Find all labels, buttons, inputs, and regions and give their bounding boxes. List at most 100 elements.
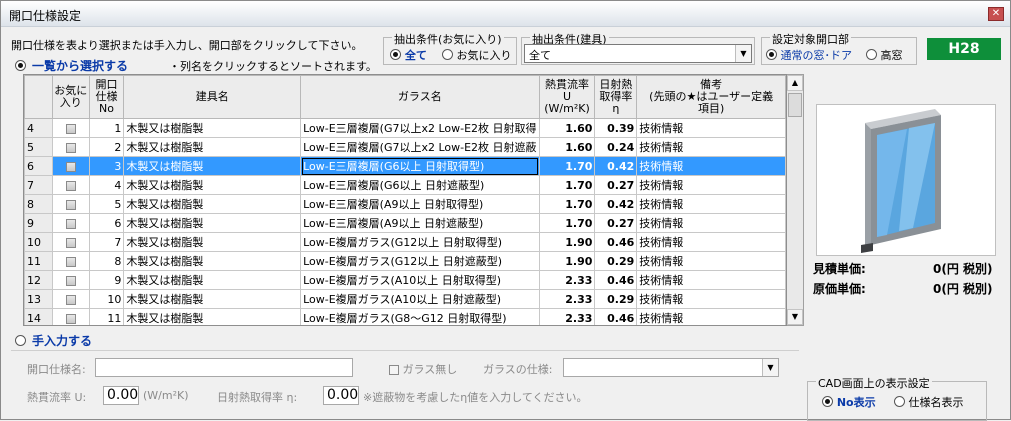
favorite-cell[interactable] [51, 118, 90, 138]
fixture-select[interactable]: 全て ▼ [524, 44, 752, 63]
checkbox-icon[interactable] [65, 256, 76, 267]
eta-input-label: 日射熱取得率 η: [217, 391, 298, 404]
target-high[interactable]: 高窓 [866, 47, 903, 63]
checkbox-icon[interactable] [65, 313, 76, 324]
fixture-name: 木製又は樹脂製 [123, 137, 302, 157]
table-row[interactable]: 13 10 木製又は樹脂製 Low-E複層ガラス(A10以上 日射遮蔽型) 2.33 0.… [24, 289, 786, 309]
checkbox-icon[interactable] [65, 275, 76, 286]
checkbox-icon[interactable] [389, 365, 399, 375]
radio-icon[interactable] [766, 49, 777, 60]
row-number: 13 [24, 289, 53, 309]
cad-name-display[interactable]: 仕様名表示 [894, 394, 964, 410]
spec-name-input[interactable] [95, 358, 353, 377]
estimate-price: 見積単価: 0(円 税別) [813, 260, 993, 277]
favorite-cell[interactable] [51, 194, 90, 214]
mode-list-radio[interactable]: 一覧から選択する [15, 57, 128, 74]
note[interactable]: 技術情報 [636, 289, 786, 309]
eta-value: 0.27 [594, 213, 638, 233]
fixture-select-value: 全て [529, 49, 551, 62]
scroll-thumb[interactable] [788, 93, 802, 117]
checkbox-icon[interactable] [65, 294, 76, 305]
favorite-cell[interactable] [51, 156, 90, 176]
table-row[interactable]: 12 9 木製又は樹脂製 Low-E複層ガラス(A10以上 日射取得型) 2.33 0.4… [24, 270, 786, 290]
filter-favorites-group: 抽出条件(お気に入り) 全て お気に入り [383, 31, 517, 65]
no-glass-checkbox[interactable]: ガラス無し [389, 361, 457, 377]
col-header-u-label: 熱貫流率 U (W/m²K) [544, 78, 590, 115]
filter-fav-all[interactable]: 全て [390, 47, 427, 63]
radio-icon[interactable] [866, 49, 877, 60]
table-row[interactable]: 10 7 木製又は樹脂製 Low-E複層ガラス(G12以上 日射取得型) 1.90 0.4… [24, 232, 786, 252]
checkbox-icon[interactable] [65, 199, 76, 210]
table-row-selected[interactable]: 6 3 木製又は樹脂製 Low-E三層複層(G6以上 日射取得型) 1.70 0.42 技術… [24, 156, 786, 176]
note[interactable]: 技術情報 [636, 175, 786, 195]
radio-icon[interactable] [390, 49, 401, 60]
radio-icon[interactable] [822, 396, 833, 407]
note[interactable]: 技術情報 [636, 232, 786, 252]
checkbox-icon[interactable] [65, 218, 76, 229]
favorite-cell[interactable] [51, 251, 90, 271]
table-scrollbar[interactable]: ▲ ▼ [787, 74, 804, 326]
col-header-note[interactable]: 備考 (先頭の★はユーザー定義 項目) [636, 75, 786, 119]
table-row[interactable]: 4 1 木製又は樹脂製 Low-E三層複層(G7以上x2 Low-E2枚 日射取得 1.… [24, 118, 786, 138]
eta-input[interactable]: 0.00 [323, 386, 359, 405]
radio-icon[interactable] [442, 49, 453, 60]
favorite-cell[interactable] [51, 175, 90, 195]
mode-manual-radio[interactable]: 手入力する [15, 332, 92, 349]
eta-value: 0.29 [594, 289, 638, 309]
scroll-up-icon[interactable]: ▲ [787, 75, 803, 91]
favorite-cell[interactable] [51, 137, 90, 157]
col-header-u[interactable]: 熱貫流率 U (W/m²K) [538, 75, 596, 119]
table-row[interactable]: 7 4 木製又は樹脂製 Low-E三層複層(G6以上 日射遮蔽型) 1.70 0.27 技術… [24, 175, 786, 195]
radio-icon[interactable] [894, 396, 905, 407]
note[interactable]: 技術情報 [636, 156, 786, 176]
note[interactable]: 技術情報 [636, 137, 786, 157]
favorite-cell[interactable] [51, 308, 90, 325]
target-opening-title: 設定対象開口部 [770, 31, 851, 47]
col-header-favorite[interactable]: お気に 入り [51, 75, 90, 119]
scroll-down-icon[interactable]: ▼ [787, 309, 803, 325]
glass-spec-select[interactable]: ▼ [563, 358, 779, 377]
filter-fav-favorites[interactable]: お気に入り [442, 47, 512, 63]
chevron-down-icon[interactable]: ▼ [735, 45, 751, 62]
eta-value: 0.27 [594, 175, 638, 195]
checkbox-icon[interactable] [65, 123, 76, 134]
checkbox-icon[interactable] [65, 180, 76, 191]
row-number: 8 [24, 194, 53, 214]
note[interactable]: 技術情報 [636, 308, 786, 325]
cad-no-display[interactable]: No表示 [822, 394, 876, 410]
favorite-cell[interactable] [51, 232, 90, 252]
col-header-eta[interactable]: 日射熱 取得率 η [594, 75, 638, 119]
favorite-cell[interactable] [51, 289, 90, 309]
chevron-down-icon[interactable]: ▼ [762, 359, 778, 376]
cost-price-value: 0(円 税別) [933, 282, 993, 296]
note[interactable]: 技術情報 [636, 194, 786, 214]
radio-icon[interactable] [15, 335, 26, 346]
note[interactable]: 技術情報 [636, 251, 786, 271]
col-header-fixture[interactable]: 建具名 [123, 75, 302, 119]
radio-icon[interactable] [15, 60, 26, 71]
favorite-cell[interactable] [51, 213, 90, 233]
cost-price-label: 原価単価: [813, 282, 866, 296]
close-button[interactable]: ✕ [988, 7, 1004, 21]
table-row[interactable]: 5 2 木製又は樹脂製 Low-E三層複層(G7以上x2 Low-E2枚 日射遮蔽 1.… [24, 137, 786, 157]
col-header-glass[interactable]: ガラス名 [300, 75, 540, 119]
note[interactable]: 技術情報 [636, 213, 786, 233]
target-normal[interactable]: 通常の窓･ドア [766, 47, 852, 63]
favorite-cell[interactable] [51, 270, 90, 290]
fixture-name: 木製又は樹脂製 [123, 213, 302, 233]
cad-name-display-label: 仕様名表示 [908, 396, 964, 409]
note[interactable]: 技術情報 [636, 270, 786, 290]
u-input-label: 熱貫流率 U: [27, 391, 87, 404]
checkbox-icon[interactable] [65, 161, 76, 172]
u-input[interactable]: 0.00 [103, 386, 139, 405]
note[interactable]: 技術情報 [636, 118, 786, 138]
table-row[interactable]: 8 5 木製又は樹脂製 Low-E三層複層(A9以上 日射取得型) 1.70 0.42 技術… [24, 194, 786, 214]
table-row[interactable]: 14 11 木製又は樹脂製 Low-E複層ガラス(G8～G12 日射取得型) 2.33 0… [24, 308, 786, 325]
checkbox-icon[interactable] [65, 237, 76, 248]
table-row[interactable]: 11 8 木製又は樹脂製 Low-E複層ガラス(G12以上 日射遮蔽型) 1.90 0.2… [24, 251, 786, 271]
standard-badge: H28 [927, 38, 1001, 60]
target-opening-group: 設定対象開口部 通常の窓･ドア 高窓 [761, 31, 917, 65]
col-header-no[interactable]: 開口 仕様 No [88, 75, 125, 119]
table-row[interactable]: 9 6 木製又は樹脂製 Low-E三層複層(A9以上 日射遮蔽型) 1.70 0.27 技術… [24, 213, 786, 233]
checkbox-icon[interactable] [65, 142, 76, 153]
